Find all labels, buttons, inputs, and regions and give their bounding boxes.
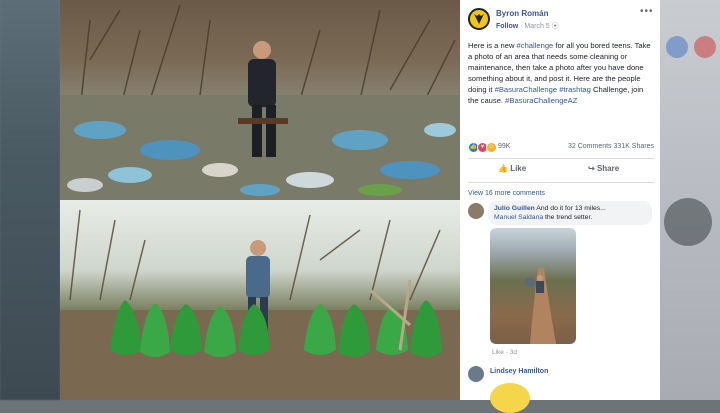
mention-link[interactable]: Manuel Saldana xyxy=(494,214,543,221)
hashtag-challenge[interactable]: #challenge xyxy=(517,41,554,50)
like-thumb-icon: 👍 xyxy=(498,164,511,173)
commenter-avatar[interactable] xyxy=(468,203,484,219)
divider xyxy=(468,158,654,159)
follow-link[interactable]: Follow xyxy=(496,23,518,30)
comment-bubble: Julio Guillen And do it for 13 miles... … xyxy=(488,201,652,225)
hashtag-basurachallengeaz[interactable]: #BasuraChallengeAZ xyxy=(505,96,577,105)
commenter-name[interactable]: Julio Guillen xyxy=(494,205,535,212)
comment-text: And do it for 13 miles... xyxy=(534,205,606,212)
before-photo xyxy=(60,0,460,200)
post-text-part: Here is a new xyxy=(468,41,517,50)
post-author[interactable]: Byron Román xyxy=(496,9,548,18)
background-right xyxy=(660,0,720,400)
author-avatar[interactable] xyxy=(468,8,490,30)
after-photo xyxy=(60,200,460,400)
post-meta: Follow · March 5 ⦿ xyxy=(496,21,559,31)
view-more-comments-link[interactable]: View 16 more comments xyxy=(468,190,545,197)
share-label: Share xyxy=(596,164,620,173)
before-photo-scene xyxy=(60,4,460,200)
divider xyxy=(468,182,654,183)
comment-text-2: the trend setter. xyxy=(543,214,593,221)
post-date[interactable]: March 5 xyxy=(524,23,549,30)
reactions-summary: 👍 ♥ ☺ 99K 32 Comments 331K Shares xyxy=(468,142,654,154)
like-label: Like xyxy=(510,164,527,173)
comments-count[interactable]: 32 Comments xyxy=(568,143,612,150)
post-text: Here is a new #challenge for all you bor… xyxy=(468,40,654,106)
commenter-avatar[interactable] xyxy=(468,366,484,382)
like-button[interactable]: 👍 Like xyxy=(498,164,526,173)
share-arrow-icon: ↪ xyxy=(588,164,597,173)
reaction-count[interactable]: 99K xyxy=(498,143,510,150)
comment-photo[interactable] xyxy=(490,228,576,344)
background-left xyxy=(0,0,60,400)
globe-icon: ⦿ xyxy=(551,23,559,30)
shares-count[interactable]: 331K Shares xyxy=(614,143,654,150)
share-button[interactable]: ↪ Share xyxy=(588,164,619,173)
commenter-name[interactable]: Lindsey Hamilton xyxy=(490,368,548,375)
comments-shares-count: 32 Comments 331K Shares xyxy=(568,143,654,150)
comment-like-time[interactable]: Like · 3d xyxy=(492,349,517,356)
hashtag-trashtag[interactable]: #trashtag xyxy=(559,85,591,94)
after-photo-scene xyxy=(60,209,460,400)
trail-photo-scene xyxy=(526,268,556,344)
hashtag-basurachallenge[interactable]: #BasuraChallenge xyxy=(495,85,557,94)
more-options-icon[interactable]: ••• xyxy=(640,6,654,17)
facebook-post: Byron Román Follow · March 5 ⦿ ••• Here … xyxy=(460,0,660,413)
reaction-icons[interactable]: 👍 ♥ ☺ xyxy=(468,142,497,153)
emoji-sticker xyxy=(490,383,530,413)
wolf-logo-icon xyxy=(474,14,484,24)
haha-reaction-icon: ☺ xyxy=(486,142,497,153)
